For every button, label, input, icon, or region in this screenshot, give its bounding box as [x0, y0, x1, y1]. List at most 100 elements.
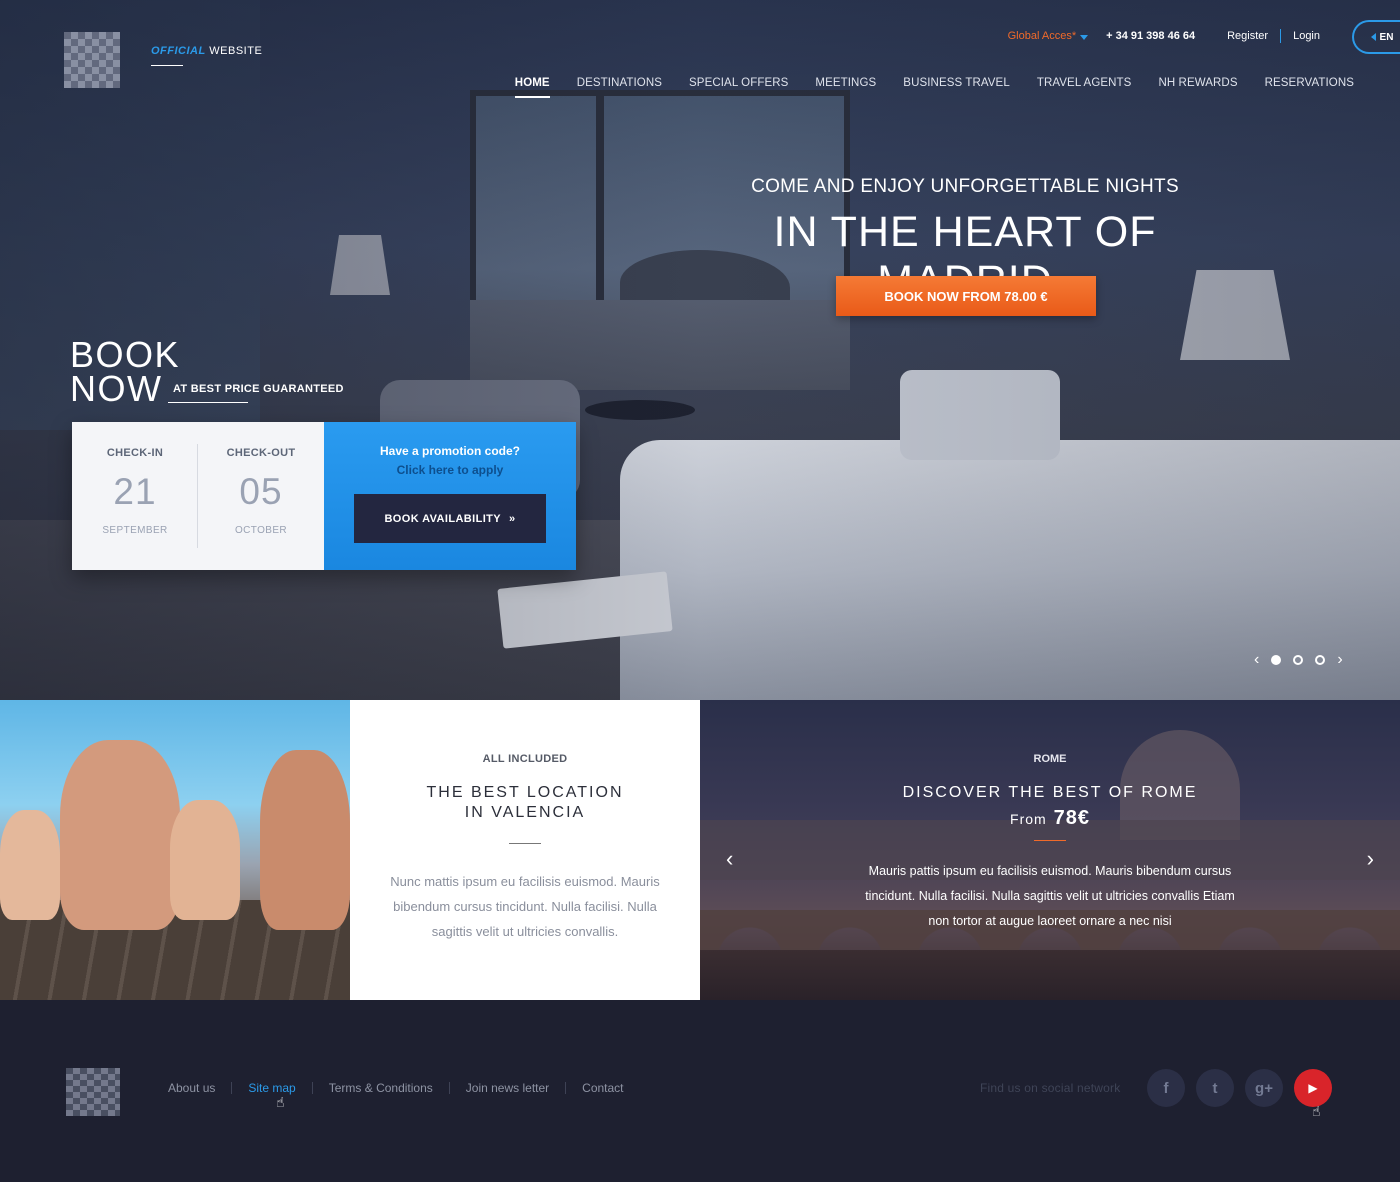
rome-price: 78€ [1053, 807, 1090, 829]
valencia-description: Nunc mattis ipsum eu facilisis euismod. … [390, 874, 660, 939]
book-now-button[interactable]: BOOK NOW FROM 78.00 € [836, 276, 1096, 316]
footer-link-newsletter[interactable]: Join news letter [466, 1081, 549, 1095]
brand-logo[interactable] [64, 32, 120, 88]
valencia-underline [509, 843, 541, 844]
valencia-card[interactable]: ALL INCLUDED THE BEST LOCATION IN VALENC… [350, 700, 700, 1000]
facebook-icon[interactable]: f [1147, 1069, 1185, 1107]
nav-item-travel-agents[interactable]: TRAVEL AGENTS [1037, 77, 1132, 89]
rome-underline [1034, 840, 1066, 841]
official-website-label: OFFICIAL WEBSITE [151, 45, 262, 57]
nav-item-business-travel[interactable]: BUSINESS TRAVEL [903, 77, 1010, 89]
rome-title: DISCOVER THE BEST OF ROME [902, 784, 1198, 801]
checkin-date[interactable]: CHECK-IN 21 SEPTEMBER [72, 422, 198, 570]
hand-cursor-icon: ☝ [1312, 1103, 1321, 1119]
nav-item-meetings[interactable]: MEETINGS [815, 77, 876, 89]
find-us-label: Find us on social network [980, 1081, 1121, 1095]
footer-divider [565, 1082, 567, 1094]
footer-links: About us Site map Terms & Conditions Joi… [168, 1081, 624, 1095]
global-access-label: Global Acces* [1007, 30, 1077, 42]
book-now-heading: BOOK NOW [70, 334, 181, 409]
footer-link-site-map[interactable]: Site map [248, 1081, 295, 1095]
book-word: BOOK [70, 334, 181, 375]
topbar-divider [1280, 29, 1282, 43]
valencia-title-line-1: THE BEST LOCATION [426, 784, 624, 801]
double-chevron-right-icon: » [509, 512, 516, 525]
login-link[interactable]: Login [1293, 30, 1320, 42]
language-code: EN [1379, 31, 1394, 43]
photo-person [170, 800, 240, 920]
slider-dot-3[interactable] [1315, 655, 1326, 665]
date-selector: CHECK-IN 21 SEPTEMBER CHECK-OUT 05 OCTOB… [72, 422, 324, 570]
checkout-label: CHECK-OUT [226, 447, 296, 459]
rome-description: Mauris pattis ipsum eu facilisis euismod… [865, 864, 1235, 928]
now-word: NOW [70, 368, 163, 409]
best-price-label: AT BEST PRICE GUARANTEED [173, 383, 344, 395]
footer: About us Site map Terms & Conditions Joi… [0, 1000, 1400, 1182]
best-price-underline [168, 402, 248, 403]
checkin-day: 21 [113, 471, 157, 512]
rome-river [700, 950, 1400, 1000]
rome-from-label: From [1010, 811, 1047, 827]
footer-divider [311, 1082, 313, 1094]
nav-item-reservations[interactable]: RESERVATIONS [1265, 77, 1354, 89]
photo-person [260, 750, 350, 930]
promo-question: Have a promotion code? [379, 444, 521, 458]
slider-dot-1[interactable] [1271, 655, 1282, 665]
chevron-right-icon[interactable]: › [1367, 846, 1374, 872]
checkin-label: CHECK-IN [106, 447, 164, 459]
website-word: WEBSITE [209, 45, 263, 57]
hero-slider-controls: ‹ › [1254, 652, 1343, 668]
global-access-dropdown[interactable]: Global Acces* [1007, 30, 1089, 42]
twitter-icon[interactable]: t [1196, 1069, 1234, 1107]
promo-link[interactable]: Click here to apply [324, 463, 576, 477]
chevron-left-icon [1370, 33, 1376, 41]
chevron-left-icon[interactable]: ‹ [726, 846, 733, 872]
chevron-left-icon[interactable]: ‹ [1254, 652, 1259, 668]
footer-link-terms[interactable]: Terms & Conditions [329, 1081, 433, 1095]
footer-divider [448, 1082, 450, 1094]
book-availability-button[interactable]: BOOK AVAILABILITY » [354, 494, 546, 543]
nav-item-home[interactable]: HOME [514, 77, 550, 98]
book-availability-label: BOOK AVAILABILITY [384, 512, 502, 525]
nav-item-nh-rewards[interactable]: NH REWARDS [1158, 77, 1237, 89]
rome-content: ROME DISCOVER THE BEST OF ROME From 78€ … [700, 700, 1400, 934]
top-bar: Global Acces* + 34 91 398 46 64 Register… [1008, 29, 1320, 43]
valencia-title: THE BEST LOCATION IN VALENCIA [400, 783, 650, 823]
google-plus-icon[interactable]: g+ [1245, 1069, 1283, 1107]
checkout-date[interactable]: CHECK-OUT 05 OCTOBER [198, 422, 324, 570]
family-photo [0, 700, 350, 1000]
booking-widget: CHECK-IN 21 SEPTEMBER CHECK-OUT 05 OCTOB… [72, 422, 576, 570]
checkout-month: OCTOBER [234, 525, 288, 536]
slider-dot-2[interactable] [1293, 655, 1304, 665]
rome-tag: ROME [1033, 753, 1067, 765]
valencia-tag: ALL INCLUDED [482, 753, 568, 765]
photo-person [60, 740, 180, 930]
chevron-down-icon [1080, 34, 1089, 40]
hero-subtitle: COME AND ENJOY UNFORGETTABLE NIGHTS [751, 176, 1179, 197]
rome-price-line: From 78€ [700, 807, 1400, 830]
nav-item-special-offers[interactable]: SPECIAL OFFERS [689, 77, 788, 89]
main-nav: HOME DESTINATIONS SPECIAL OFFERS MEETING… [488, 77, 1354, 98]
official-underline [151, 65, 183, 66]
photo-person [0, 810, 60, 920]
checkin-month: SEPTEMBER [102, 525, 168, 536]
footer-logo[interactable] [66, 1068, 120, 1116]
date-divider [197, 444, 198, 548]
hand-cursor-icon: ☝ [276, 1094, 285, 1110]
hero-overlay [0, 0, 1400, 700]
register-link[interactable]: Register [1227, 30, 1268, 42]
hero-section [0, 0, 1400, 700]
rome-card[interactable]: ROME DISCOVER THE BEST OF ROME From 78€ … [700, 700, 1400, 1000]
checkout-day: 05 [239, 471, 283, 512]
official-word: OFFICIAL [151, 45, 206, 57]
nav-item-destinations[interactable]: DESTINATIONS [577, 77, 662, 89]
footer-link-contact[interactable]: Contact [582, 1081, 623, 1095]
footer-divider [231, 1082, 233, 1094]
chevron-right-icon[interactable]: › [1337, 652, 1342, 668]
footer-link-about[interactable]: About us [168, 1081, 215, 1095]
promo-panel: Have a promotion code? Click here to app… [324, 422, 576, 570]
valencia-title-line-2: IN VALENCIA [464, 804, 586, 821]
language-selector[interactable]: EN [1352, 20, 1400, 54]
youtube-icon[interactable]: ▶ [1294, 1069, 1332, 1107]
phone-number: + 34 91 398 46 64 [1106, 30, 1196, 42]
